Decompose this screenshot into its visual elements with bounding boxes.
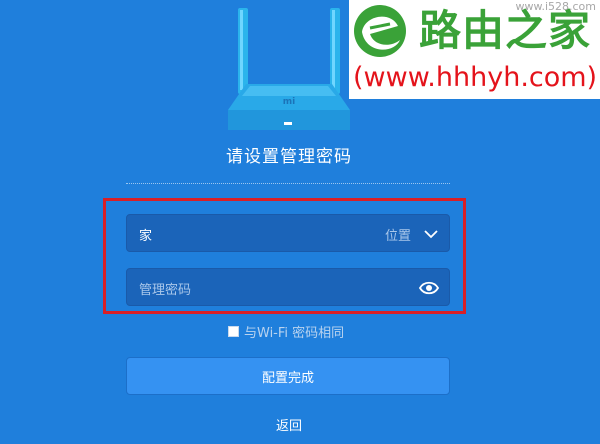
site-watermark: 路由之家 www.i528.com (www.hhhyh.com) [349,0,600,99]
back-link[interactable]: 返回 [0,415,578,434]
wifi-name-hint: 位置 [384,229,411,244]
same-as-wifi-label: 与Wi-Fi 密码相同 [244,325,345,341]
same-as-wifi-checkbox[interactable] [228,325,239,337]
chevron-down-icon[interactable] [423,226,439,242]
leaf-e-logo-icon [354,5,406,57]
same-as-wifi-option[interactable]: 与Wi-Fi 密码相同 [228,323,345,341]
router-illustration: mi [228,8,350,130]
admin-password-field[interactable]: 管理密码 [126,268,450,306]
divider [126,183,450,184]
router-logo-text: mi [283,97,295,107]
watermark-url: (www.hhhyh.com) [353,62,598,93]
finish-config-button[interactable]: 配置完成 [126,357,450,395]
watermark-small-url: www.i528.com [515,0,596,13]
page-title: 请设置管理密码 [226,147,352,167]
eye-icon[interactable] [419,280,439,296]
wifi-name-value: 家 [139,229,153,244]
admin-password-placeholder: 管理密码 [139,283,192,298]
wifi-name-select[interactable]: 家 位置 [126,214,450,252]
